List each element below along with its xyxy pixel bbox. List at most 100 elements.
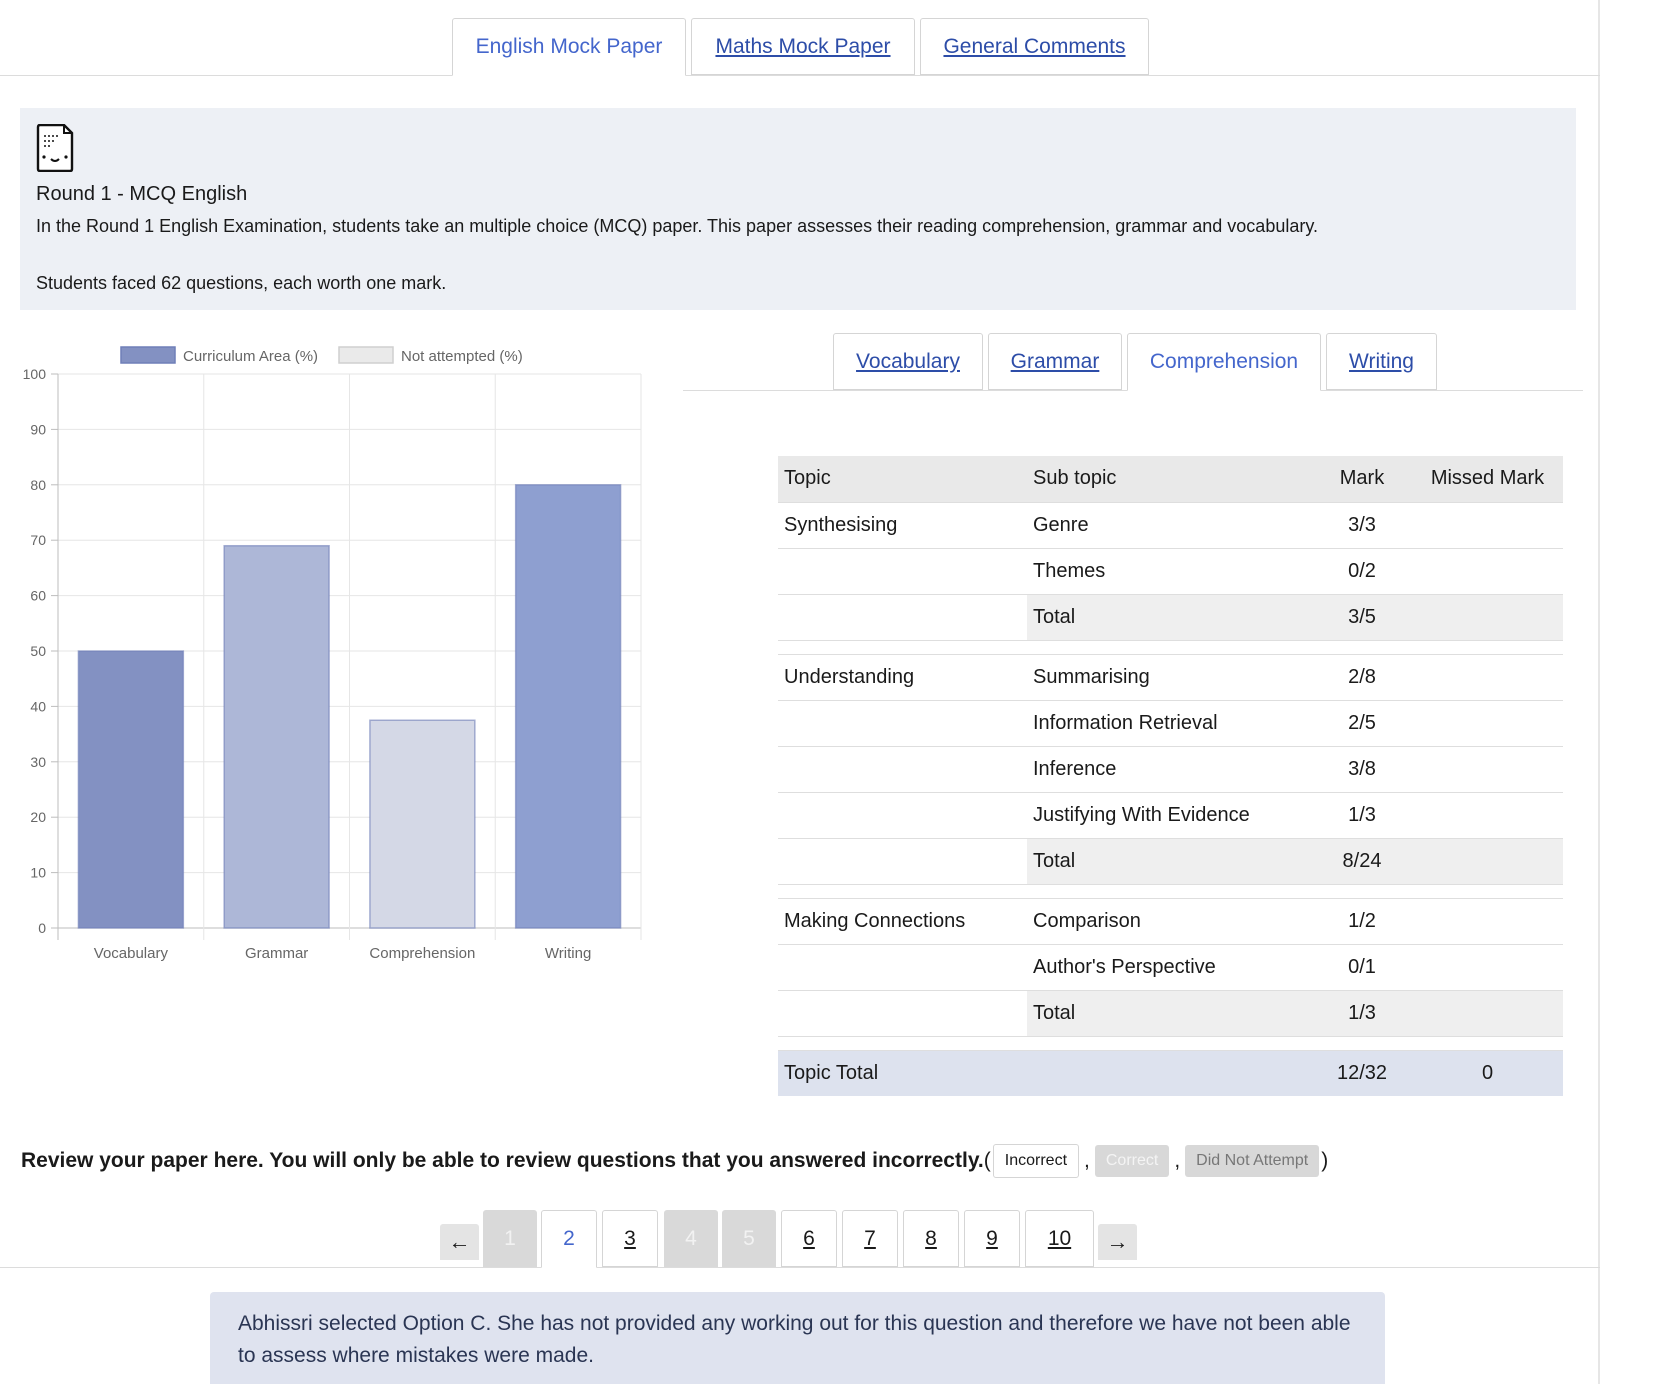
page-3[interactable]: 3 [602, 1210, 658, 1267]
total-mark: 1/3 [1312, 990, 1412, 1037]
paper-title: Round 1 - MCQ English [36, 183, 248, 205]
grand-total-spacer [1027, 1050, 1312, 1096]
topic-cell [778, 838, 1027, 885]
did-not-attempt-legend-badge: Did Not Attempt [1185, 1145, 1320, 1177]
y-tick-label: 50 [30, 643, 46, 659]
legend-label: Not attempted (%) [401, 348, 523, 365]
total-label: Total [1027, 838, 1312, 885]
mark-cell: 3/3 [1312, 502, 1412, 549]
total-label: Total [1027, 990, 1312, 1037]
mark-cell: 0/1 [1312, 944, 1412, 991]
legend-separator: , [1174, 1149, 1181, 1172]
x-tick-label: Writing [545, 945, 591, 962]
subtopic-cell: Genre [1027, 502, 1312, 549]
table-header-row: Topic Sub topic Mark Missed Mark [778, 456, 1563, 503]
missed-cell [1412, 548, 1563, 595]
page-6[interactable]: 6 [781, 1210, 837, 1267]
missed-cell [1412, 746, 1563, 793]
page-1: 1 [483, 1210, 537, 1267]
topic-total-row: Total 1/3 [778, 990, 1563, 1037]
y-tick-label: 30 [30, 754, 46, 770]
y-tick-label: 20 [30, 809, 46, 825]
group-spacer [778, 884, 1563, 899]
tab-grammar[interactable]: Grammar [988, 333, 1122, 390]
prev-page-arrow-icon[interactable]: ← [440, 1224, 479, 1260]
total-mark: 8/24 [1312, 838, 1412, 885]
x-tick-label: Vocabulary [94, 945, 169, 962]
table-row: Justifying With Evidence 1/3 [778, 792, 1563, 839]
topic-cell [778, 792, 1027, 839]
bar-comprehension [369, 719, 476, 929]
missed-cell [1412, 792, 1563, 839]
page-4: 4 [664, 1210, 718, 1267]
table-row: Author's Perspective 0/1 [778, 944, 1563, 991]
mark-cell: 2/8 [1312, 654, 1412, 701]
review-instructions: Review your paper here. You will only be… [21, 1144, 1328, 1178]
topic-cell: Synthesising [778, 502, 1027, 549]
table-row: Understanding Summarising 2/8 [778, 654, 1563, 701]
missed-cell [1412, 502, 1563, 549]
chart-canvas: 0 10 20 30 40 50 60 70 80 90 100 Vocabulary Grammar C… [23, 346, 642, 962]
y-tick-label: 80 [30, 477, 46, 493]
topic-cell: Understanding [778, 654, 1027, 701]
mark-cell: 1/2 [1312, 898, 1412, 945]
page-2[interactable]: 2 [541, 1210, 597, 1268]
grand-total-missed: 0 [1412, 1050, 1563, 1096]
group-spacer [778, 1036, 1563, 1051]
y-tick-label: 10 [30, 865, 46, 881]
page-10[interactable]: 10 [1025, 1210, 1094, 1267]
tab-comprehension[interactable]: Comprehension [1127, 333, 1321, 391]
tab-english-mock-paper[interactable]: English Mock Paper [452, 18, 686, 76]
bar-grammar [223, 544, 330, 929]
total-label: Total [1027, 594, 1312, 641]
tab-writing[interactable]: Writing [1326, 333, 1437, 390]
topic-cell [778, 700, 1027, 747]
topic-total-row: Total 3/5 [778, 594, 1563, 641]
missed-cell [1412, 654, 1563, 701]
bar-vocabulary [77, 650, 185, 929]
y-tick-label: 70 [30, 532, 46, 548]
tab-maths-mock-paper[interactable]: Maths Mock Paper [691, 18, 915, 75]
page-5: 5 [722, 1210, 776, 1267]
header-sub-topic: Sub topic [1027, 456, 1312, 503]
table-row: Synthesising Genre 3/3 [778, 502, 1563, 549]
table-row: Information Retrieval 2/5 [778, 700, 1563, 747]
legend-separator: , [1084, 1149, 1090, 1172]
review-open-paren: ( [983, 1149, 991, 1172]
table-row: Inference 3/8 [778, 746, 1563, 793]
page-8[interactable]: 8 [903, 1210, 959, 1267]
curriculum-bar-chart: 0 10 20 30 40 50 60 70 80 90 100 Vocabulary Grammar C… [0, 336, 660, 966]
group-spacer [778, 640, 1563, 655]
next-page-arrow-icon[interactable]: → [1098, 1224, 1137, 1260]
topic-cell [778, 746, 1027, 793]
y-tick-label: 90 [30, 421, 46, 437]
incorrect-legend-badge: Incorrect [992, 1144, 1080, 1178]
missed-cell [1412, 898, 1563, 945]
grand-total-row: Topic Total 12/32 0 [778, 1050, 1563, 1096]
subtopic-cell: Comparison [1027, 898, 1312, 945]
topic-cell [778, 944, 1027, 991]
paper-question-note: Students faced 62 questions, each worth … [36, 273, 447, 293]
tab-general-comments[interactable]: General Comments [920, 18, 1149, 75]
table-row: Themes 0/2 [778, 548, 1563, 595]
tab-vocabulary[interactable]: Vocabulary [833, 333, 983, 390]
subtopic-cell: Themes [1027, 548, 1312, 595]
review-text: Review your paper here. You will only be… [21, 1149, 984, 1172]
subtopic-cell: Justifying With Evidence [1027, 792, 1312, 839]
legend-swatch [120, 346, 176, 364]
question-pager: ← 1 2 3 4 5 6 7 8 9 10 → [0, 1210, 1600, 1268]
legend-swatch [338, 346, 394, 364]
topic-cell [778, 990, 1027, 1037]
subtopic-cell: Information Retrieval [1027, 700, 1312, 747]
page-9[interactable]: 9 [964, 1210, 1020, 1267]
missed-cell [1412, 990, 1563, 1037]
missed-cell [1412, 700, 1563, 747]
y-tick-label: 100 [23, 366, 47, 382]
subtopic-cell: Summarising [1027, 654, 1312, 701]
area-tabs: Vocabulary Grammar Comprehension Writing [683, 333, 1583, 391]
question-feedback: Abhissri selected Option C. She has not … [210, 1292, 1385, 1384]
page-7[interactable]: 7 [842, 1210, 898, 1267]
y-tick-label: 40 [30, 698, 46, 714]
missed-cell [1412, 594, 1563, 641]
missed-cell [1412, 838, 1563, 885]
